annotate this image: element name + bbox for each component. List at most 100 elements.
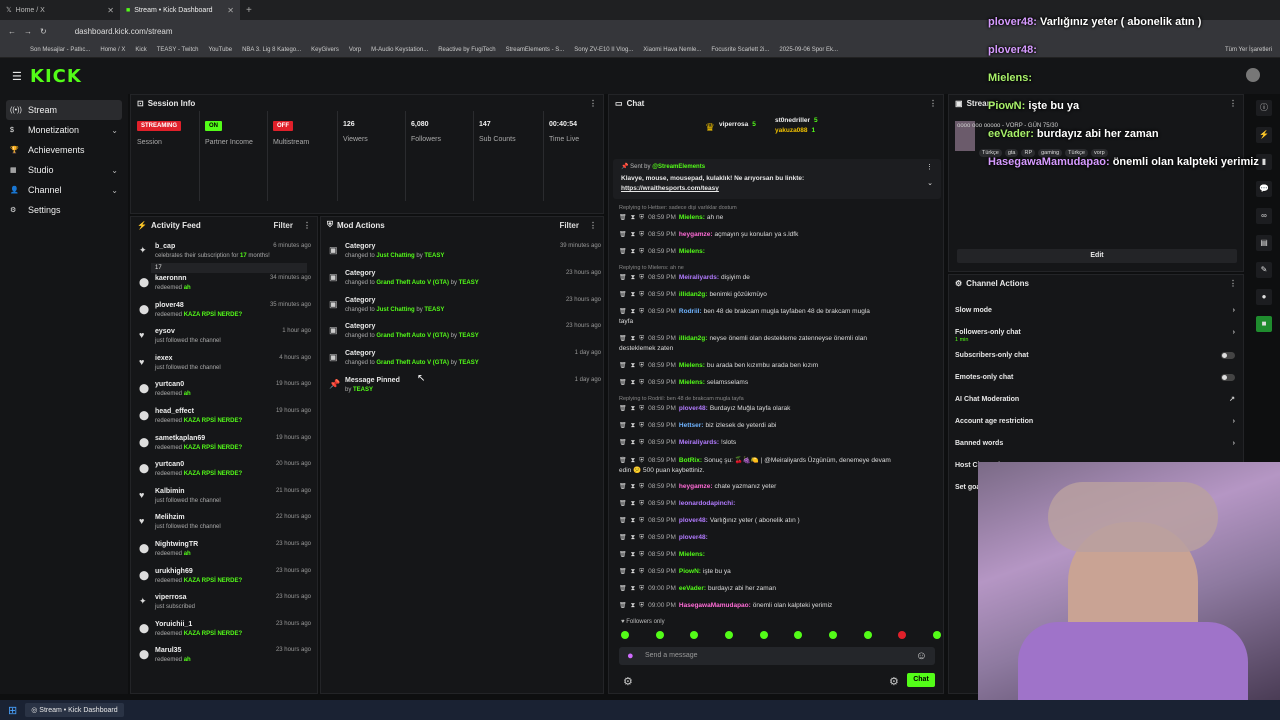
list-item[interactable]: ⬤ sametkaplan69 redeemed KAZA RPSİ NERDE? 1… xyxy=(131,433,311,459)
chat-username[interactable]: illidan2g: xyxy=(679,335,708,342)
emoji-icon[interactable]: ☺ xyxy=(916,650,927,662)
delete-icon[interactable]: 🗑 xyxy=(619,458,627,464)
more-icon[interactable]: ⋮ xyxy=(1229,279,1237,288)
bookmark-item[interactable]: TEASY - Twitch xyxy=(157,47,199,53)
bookmark-item[interactable]: Xiaomi Hava Nemle... xyxy=(643,47,701,53)
chat-message[interactable]: 🗑 ⧗ ⛨ 09:00 PM eeVader: burdayız abi her zama… xyxy=(619,585,939,593)
bookmark-item[interactable]: Vorp xyxy=(349,47,361,53)
toggle-switch[interactable] xyxy=(1221,373,1235,381)
delete-icon[interactable]: 🗑 xyxy=(619,518,627,524)
channel-action-followers-only-chat[interactable]: Followers-only chat 1 min › xyxy=(955,325,1239,344)
timeout-icon[interactable]: ⧗ xyxy=(631,585,636,592)
more-icon[interactable]: ⋮ xyxy=(589,99,597,108)
timeout-icon[interactable]: ⧗ xyxy=(631,335,636,342)
chevron-down-icon[interactable]: ⌄ xyxy=(111,186,118,195)
delete-icon[interactable]: 🗑 xyxy=(619,249,627,255)
chevron-down-icon[interactable]: ⌄ xyxy=(111,166,118,175)
chat-username[interactable]: Meiraliyards: xyxy=(679,439,719,446)
ban-icon[interactable]: ⛨ xyxy=(639,362,644,369)
more-icon[interactable]: ⋮ xyxy=(303,221,311,230)
tab-home-x[interactable]: 𝕏 Home / X ✕ xyxy=(0,0,120,20)
close-tab-icon[interactable]: ✕ xyxy=(107,6,114,15)
chat-username[interactable]: leonardodapinchi: xyxy=(679,500,735,507)
list-item[interactable]: ⬤ urukhigh69 redeemed KAZA RPSİ NERDE? 23 h… xyxy=(131,566,311,592)
list-item[interactable]: ⬤ plover48 redeemed KAZA RPSİ NERDE? 35 min… xyxy=(131,300,311,326)
top-chatter[interactable]: st0nedriller 5 xyxy=(775,117,818,124)
timeout-icon[interactable]: ⧗ xyxy=(631,379,636,386)
pinned-link[interactable]: https://wraithesports.com/teasy xyxy=(621,185,719,192)
chat-username[interactable]: Mielens: xyxy=(679,362,705,369)
emote-icon[interactable] xyxy=(863,631,872,639)
mod-action-item[interactable]: ▣ Category changed to Just Chatting by TEA… xyxy=(321,241,601,267)
chat-message[interactable]: 🗑 ⧗ ⛨ 08:59 PM PiowN: işte bu ya xyxy=(619,568,939,576)
top-chatter[interactable]: viperrosa 5 xyxy=(719,121,756,128)
delete-icon[interactable]: 🗑 xyxy=(619,336,627,342)
forward-icon[interactable]: → xyxy=(24,27,32,36)
delete-icon[interactable]: 🗑 xyxy=(619,406,627,412)
emote-icon[interactable] xyxy=(759,631,768,639)
chevron-right-icon[interactable]: › xyxy=(1233,329,1235,336)
chat-input[interactable]: ● Send a message ☺ xyxy=(619,647,935,665)
timeout-icon[interactable]: ⧗ xyxy=(631,457,636,464)
ban-icon[interactable]: ⛨ xyxy=(639,439,644,446)
list-item[interactable]: ⬤ yurtcan0 redeemed ah 19 hours ago xyxy=(131,379,311,405)
rail-tool-icon[interactable]: ● xyxy=(1256,289,1272,305)
list-item[interactable]: ⬤ head_effect redeemed KAZA RPSİ NERDE? 19 … xyxy=(131,406,311,432)
chat-message[interactable]: 🗑 ⧗ ⛨ 08:59 PM BotRix: Sonuç şu: 🍒🍇🍋 | @Meira… xyxy=(619,456,939,465)
delete-icon[interactable]: 🗑 xyxy=(619,552,627,558)
send-chat-button[interactable]: Chat xyxy=(907,673,935,687)
ban-icon[interactable]: ⛨ xyxy=(639,214,644,221)
bookmark-item[interactable]: M-Audio Keystation... xyxy=(371,47,428,53)
chat-message[interactable]: 🗑 ⧗ ⛨ 08:59 PM Mielens: xyxy=(619,248,939,256)
list-item[interactable]: ♥ iexex just followed the channel 4 hours a… xyxy=(131,353,311,379)
kick-logo[interactable]: KICK xyxy=(30,66,82,87)
delete-icon[interactable]: 🗑 xyxy=(619,423,627,429)
bookmark-item[interactable]: Focusrite Scarlett 2i... xyxy=(711,47,769,53)
ban-icon[interactable]: ⛨ xyxy=(639,534,644,541)
chat-message[interactable]: 🗑 ⧗ ⛨ 08:59 PM Mielens: selamsselams xyxy=(619,379,939,387)
list-item[interactable]: ⬤ NightwingTR redeemed ah 23 hours ago xyxy=(131,539,311,565)
timeout-icon[interactable]: ⧗ xyxy=(631,248,636,255)
menu-icon[interactable]: ☰ xyxy=(12,70,22,83)
ban-icon[interactable]: ⛨ xyxy=(639,602,644,609)
sidebar-item-settings[interactable]: ⚙ Settings xyxy=(0,200,128,220)
more-icon[interactable]: ⋮ xyxy=(926,163,933,171)
chat-message[interactable]: 🗑 ⧗ ⛨ 08:59 PM Meiraliyards: !slots xyxy=(619,439,939,447)
sidebar-item-monetization[interactable]: $ Monetization ⌄ xyxy=(0,120,128,140)
timeout-icon[interactable]: ⧗ xyxy=(631,439,636,446)
ban-icon[interactable]: ⛨ xyxy=(639,248,644,255)
settings-icon[interactable]: ⚙ xyxy=(623,675,633,688)
delete-icon[interactable]: 🗑 xyxy=(619,501,627,507)
chat-message[interactable]: 🗑 ⧗ ⛨ 08:59 PM Meiraliyards: dişiyim de xyxy=(619,274,939,282)
mod-action-item[interactable]: 📌 Message Pinned by TEASY 1 day ago xyxy=(321,375,601,401)
url-field[interactable]: dashboard.kick.com/stream xyxy=(75,27,173,36)
delete-icon[interactable]: 🗑 xyxy=(619,484,627,490)
close-tab-icon[interactable]: ✕ xyxy=(227,6,234,15)
ban-icon[interactable]: ⛨ xyxy=(639,517,644,524)
back-icon[interactable]: ← xyxy=(8,27,16,36)
mod-action-item[interactable]: ▣ Category changed to Grand Theft Auto V (… xyxy=(321,321,601,347)
emote-icon[interactable] xyxy=(932,631,941,639)
delete-icon[interactable]: 🗑 xyxy=(619,363,627,369)
timeout-icon[interactable]: ⧗ xyxy=(631,517,636,524)
rail-tool-icon[interactable]: 💬 xyxy=(1256,181,1272,197)
timeout-icon[interactable]: ⧗ xyxy=(631,534,636,541)
list-item[interactable]: ♥ Kalbimin just followed the channel 21 hou… xyxy=(131,486,311,512)
emote-icon[interactable] xyxy=(828,631,837,639)
chat-message[interactable]: 🗑 ⧗ ⛨ 08:59 PM illidan2g: neyse önemli olan d… xyxy=(619,335,939,343)
chevron-right-icon[interactable]: › xyxy=(1233,440,1235,447)
chat-message[interactable]: edin 😕 500 puan kaybettiniz. xyxy=(619,466,939,474)
emote-icon[interactable] xyxy=(690,631,699,639)
chat-message[interactable]: 🗑 ⧗ ⛨ 08:59 PM plover48: Burdayız Muğla tayfa… xyxy=(619,405,939,413)
list-item[interactable]: ⬤ yurtcan0 redeemed KAZA RPSİ NERDE? 20 hou… xyxy=(131,459,311,485)
reload-icon[interactable]: ↻ xyxy=(40,27,47,36)
chat-username[interactable]: Hettser: xyxy=(679,422,704,429)
windows-start-icon[interactable]: ⊞ xyxy=(8,704,17,717)
chat-username[interactable]: PiowN: xyxy=(679,568,701,575)
ban-icon[interactable]: ⛨ xyxy=(639,379,644,386)
delete-icon[interactable]: 🗑 xyxy=(619,292,627,298)
rail-tool-icon[interactable]: ■ xyxy=(1256,316,1272,332)
chat-message[interactable]: 🗑 ⧗ ⛨ 09:00 PM HasegawaMamudapao: önemli olan… xyxy=(619,602,939,610)
bookmark-item[interactable]: YouTube xyxy=(209,47,233,53)
delete-icon[interactable]: 🗑 xyxy=(619,569,627,575)
